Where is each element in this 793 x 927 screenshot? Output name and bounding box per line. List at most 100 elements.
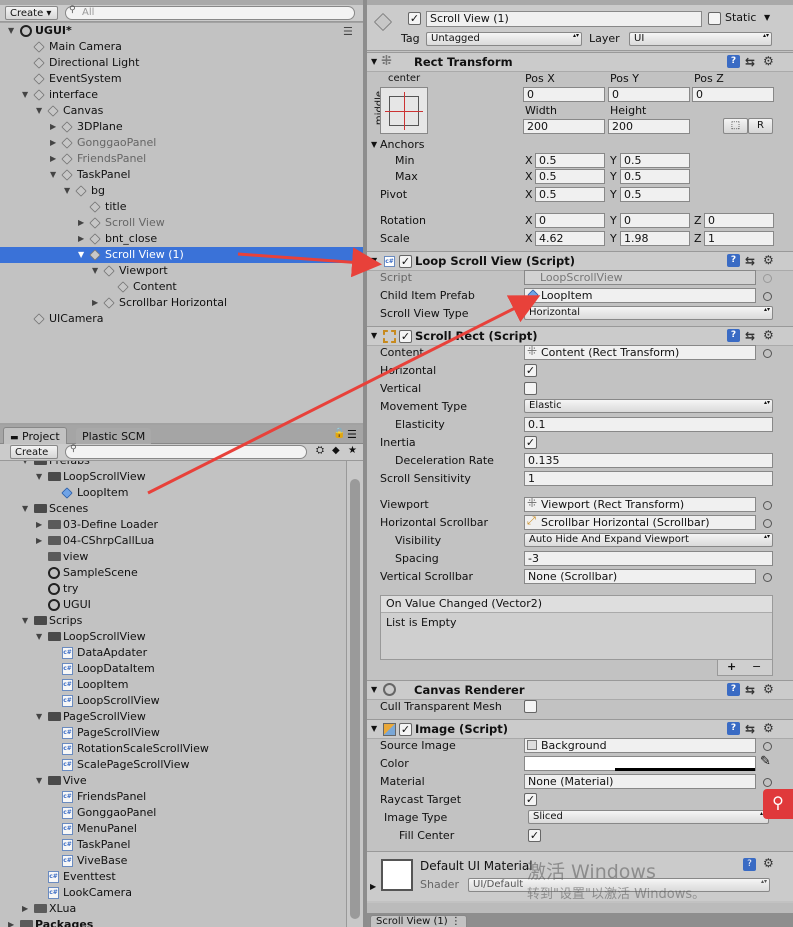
scroll-type-dropdown[interactable]: Horizontal <box>524 306 773 320</box>
tab-plastic-scm[interactable]: Plastic SCM <box>76 428 152 445</box>
movement-type-dropdown[interactable]: Elastic <box>524 399 773 413</box>
help-icon[interactable]: ? <box>727 55 740 68</box>
filter-label-icon[interactable]: ◆ <box>332 445 340 456</box>
project-scrollbar[interactable] <box>346 461 363 927</box>
project-row[interactable]: ▶ 03-Define Loader <box>0 517 346 533</box>
expand-right-icon[interactable]: ▶ <box>50 151 56 167</box>
object-name-field[interactable]: Scroll View (1) <box>426 11 702 27</box>
rot-y-field[interactable]: 0 <box>620 213 690 228</box>
event-remove-button[interactable]: − <box>752 660 761 673</box>
hierarchy-row[interactable]: ▶ FriendsPanel <box>0 151 363 167</box>
material-settings-icon[interactable]: ⚙ <box>763 856 774 870</box>
loop-settings-icon[interactable]: ⚙ <box>763 251 774 269</box>
project-row[interactable]: c# MenuPanel <box>0 821 346 837</box>
image-settings-icon[interactable]: ⚙ <box>763 719 774 737</box>
tab-scroll-view-1[interactable]: Scroll View (1) ⋮ <box>370 915 467 927</box>
image-fold-icon[interactable]: ▼ <box>371 720 377 738</box>
loop-fold-icon[interactable]: ▼ <box>371 252 377 270</box>
project-row[interactable]: ▶ 04-CShrpCallLua <box>0 533 346 549</box>
hierarchy-search-input[interactable]: All <box>65 6 355 20</box>
hierarchy-menu-icon[interactable]: ☰ <box>343 25 353 38</box>
expand-down-icon[interactable]: ▼ <box>78 247 84 263</box>
rot-z-field[interactable]: 0 <box>704 213 774 228</box>
hierarchy-row[interactable]: EventSystem <box>0 71 363 87</box>
project-row[interactable]: ▼ Scenes <box>0 501 346 517</box>
project-create-button[interactable]: Create ▾ <box>10 445 58 471</box>
project-row[interactable]: c# LoopScrollView <box>0 693 346 709</box>
layer-dropdown[interactable]: UI <box>629 32 772 46</box>
project-search-input[interactable] <box>65 445 307 459</box>
project-row[interactable]: try <box>0 581 346 597</box>
image-header[interactable]: ▼ ✓ Image (Script) ? ⇆ ⚙ <box>367 719 793 739</box>
project-menu-icon[interactable]: ☰ <box>347 428 357 441</box>
pivot-x-field[interactable]: 0.5 <box>535 187 605 202</box>
hierarchy-row[interactable]: ▼ UGUI* <box>0 23 363 39</box>
sensitivity-field[interactable]: 1 <box>524 471 773 486</box>
prefab-picker-icon[interactable] <box>763 292 772 301</box>
tag-dropdown[interactable]: Untagged <box>426 32 582 46</box>
project-row[interactable]: ▼ LoopScrollView <box>0 469 346 485</box>
project-row[interactable]: SampleScene <box>0 565 346 581</box>
tab-project[interactable]: ▬ Project <box>3 427 67 444</box>
viewport-field[interactable]: Viewport (Rect Transform) <box>524 497 756 512</box>
hierarchy-row[interactable]: Directional Light <box>0 55 363 71</box>
content-field[interactable]: Content (Rect Transform) <box>524 345 756 360</box>
project-row[interactable]: ▶ XLua <box>0 901 346 917</box>
canvas-renderer-header[interactable]: ▼ Canvas Renderer ? ⇆ ⚙ <box>367 680 793 700</box>
expand-down-icon[interactable]: ▼ <box>36 103 42 119</box>
project-row[interactable]: c# RotationScaleScrollView <box>0 741 346 757</box>
spacing-field[interactable]: -3 <box>524 551 773 566</box>
hierarchy-row[interactable]: ▼ Scroll View (1) <box>0 247 363 263</box>
active-checkbox[interactable]: ✓ <box>408 12 421 25</box>
scrollrect-enabled-checkbox[interactable]: ✓ <box>399 330 412 343</box>
expand-down-icon[interactable]: ▼ <box>22 501 28 517</box>
scroll-rect-header[interactable]: ▼ ✓ Scroll Rect (Script) ? ⇆ ⚙ <box>367 326 793 346</box>
raw-edit-button[interactable]: R <box>748 118 773 134</box>
expand-right-icon[interactable]: ▶ <box>78 215 84 231</box>
expand-right-icon[interactable]: ▶ <box>36 517 42 533</box>
expand-down-icon[interactable]: ▼ <box>36 469 42 485</box>
blueprint-button[interactable]: ⬚ <box>723 118 748 134</box>
filter-type-icon[interactable]: ⛭ <box>316 445 324 456</box>
hierarchy-row[interactable]: ▶ GonggaoPanel <box>0 135 363 151</box>
posx-field[interactable]: 0 <box>523 87 605 102</box>
project-row[interactable]: c# PageScrollView <box>0 725 346 741</box>
posz-field[interactable]: 0 <box>692 87 774 102</box>
hscrollbar-picker-icon[interactable] <box>763 519 772 528</box>
vertical-checkbox[interactable] <box>524 382 537 395</box>
project-row[interactable]: c# LoopItem <box>0 677 346 693</box>
project-row[interactable]: c# ScalePageScrollView <box>0 757 346 773</box>
presets-icon[interactable]: ⇆ <box>745 53 755 71</box>
max-x-field[interactable]: 0.5 <box>535 169 605 184</box>
project-row[interactable]: c# LookCamera <box>0 885 346 901</box>
project-row[interactable]: ▼ Scrips <box>0 613 346 629</box>
expand-right-icon[interactable]: ▶ <box>50 135 56 151</box>
event-add-button[interactable]: + <box>727 660 736 673</box>
project-row[interactable]: ▶ Packages <box>0 917 346 927</box>
hierarchy-row[interactable]: ▶ Scrollbar Horizontal <box>0 295 363 311</box>
elasticity-field[interactable]: 0.1 <box>524 417 773 432</box>
hierarchy-row[interactable]: title <box>0 199 363 215</box>
deceleration-field[interactable]: 0.135 <box>524 453 773 468</box>
canvas-fold-icon[interactable]: ▼ <box>371 681 377 699</box>
loop-presets-icon[interactable]: ⇆ <box>745 252 755 270</box>
project-row[interactable]: c# ViveBase <box>0 853 346 869</box>
scrollrect-help-icon[interactable]: ? <box>727 329 740 342</box>
project-row[interactable]: c# GonggaoPanel <box>0 805 346 821</box>
expand-down-icon[interactable]: ▼ <box>36 629 42 645</box>
anchors-fold-icon[interactable]: ▼ <box>371 137 377 153</box>
expand-right-icon[interactable]: ▶ <box>8 917 14 927</box>
inertia-checkbox[interactable]: ✓ <box>524 436 537 449</box>
hierarchy-row[interactable]: Main Camera <box>0 39 363 55</box>
expand-right-icon[interactable]: ▶ <box>92 295 98 311</box>
hierarchy-row[interactable]: Content <box>0 279 363 295</box>
min-x-field[interactable]: 0.5 <box>535 153 605 168</box>
anchor-presets-button[interactable] <box>380 87 428 134</box>
scrollrect-fold-icon[interactable]: ▼ <box>371 327 377 345</box>
hierarchy-row[interactable]: ▼ bg <box>0 183 363 199</box>
project-row[interactable]: LoopItem <box>0 485 346 501</box>
image-help-icon[interactable]: ? <box>727 722 740 735</box>
rot-x-field[interactable]: 0 <box>535 213 605 228</box>
hscrollbar-field[interactable]: Scrollbar Horizontal (Scrollbar) <box>524 515 756 530</box>
hierarchy-row[interactable]: UICamera <box>0 311 363 327</box>
